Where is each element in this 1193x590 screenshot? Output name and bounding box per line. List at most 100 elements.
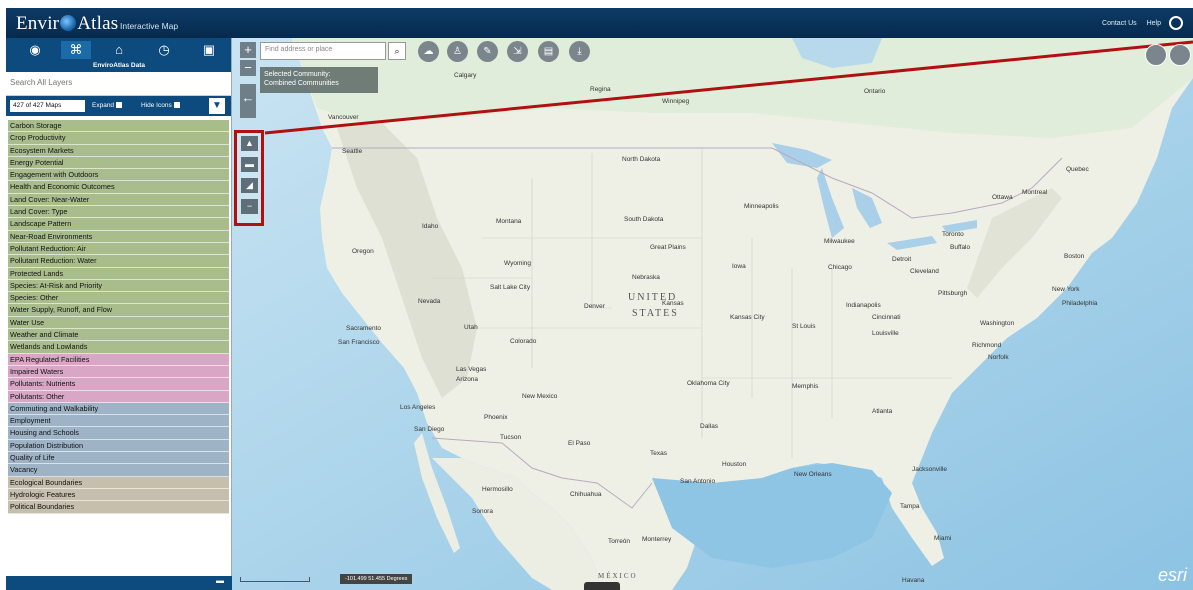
layer-category-item[interactable]: Employment	[8, 415, 229, 428]
map-view[interactable]: Calgary Regina Winnipeg Vancouver Seattle Nor…	[232, 38, 1193, 590]
globe-tab-icon[interactable]: ◉	[20, 41, 50, 59]
cloud-icon[interactable]: ☁	[418, 41, 439, 62]
zoom-in-button[interactable]: +	[240, 42, 256, 58]
measure-icon[interactable]: ⇲	[507, 41, 528, 62]
layer-category-item[interactable]: Pollutant Reduction: Water	[8, 255, 229, 268]
hide-icons-label: Hide Icons	[141, 102, 172, 109]
layer-category-item[interactable]: EPA Regulated Facilities	[8, 353, 229, 366]
layer-category-item[interactable]: Vacancy	[8, 464, 229, 477]
people-icon[interactable]: ♙	[447, 41, 468, 62]
esri-attribution: esri	[1157, 565, 1187, 585]
layer-category-item[interactable]: Wetlands and Lowlands	[8, 341, 229, 354]
layer-category-item[interactable]: Hydrologic Features	[8, 488, 229, 502]
share-icon[interactable]	[1169, 16, 1183, 30]
layer-category-item[interactable]: Pollutant Reduction: Air	[8, 242, 229, 256]
map-place-label: Utah	[464, 324, 478, 331]
panel-footer: ▬	[6, 576, 232, 590]
basemap-gallery-icon[interactable]	[1145, 44, 1167, 66]
panel-tabbar: ◉ ⌘ ⌂ ◷ ▣ EnviroAtlas Data	[6, 38, 231, 72]
layer-category-item[interactable]: Impaired Waters	[8, 365, 229, 379]
contact-us-link[interactable]: Contact Us	[1102, 20, 1137, 27]
map-place-label: Havana	[902, 577, 925, 584]
map-place-label: Montana	[496, 218, 522, 225]
layer-category-item[interactable]: Pollutants: Nutrients	[8, 378, 229, 391]
help-link[interactable]: Help	[1147, 20, 1161, 27]
map-place-label: Chihuahua	[570, 491, 602, 498]
expand-checkbox[interactable]	[116, 102, 123, 108]
map-place-label: North Dakota	[622, 156, 661, 163]
data-tab-icon[interactable]: ⌘	[61, 41, 91, 59]
map-place-label: Denver	[584, 303, 605, 310]
map-place-label: Atlanta	[872, 408, 893, 415]
hide-icons-toggle[interactable]: Hide Icons	[141, 102, 180, 109]
expand-toggle[interactable]: Expand	[92, 102, 123, 109]
enviroatlas-logo[interactable]: Envir Atlas	[16, 13, 118, 35]
map-place-label: South Dakota	[624, 216, 664, 223]
layer-category-item[interactable]: Species: At-Risk and Priority	[8, 279, 229, 293]
community-tab-icon[interactable]: ⌂	[104, 41, 134, 59]
layer-category-item[interactable]: Housing and Schools	[8, 427, 229, 440]
layer-category-item[interactable]: Political Boundaries	[8, 501, 229, 514]
layer-category-item[interactable]: Quality of Life	[8, 452, 229, 465]
layer-category-item[interactable]: Ecosystem Markets	[8, 144, 229, 157]
print-icon[interactable]: ▤	[538, 41, 559, 62]
collapse-icon[interactable]: ▬	[216, 576, 224, 585]
pen-icon[interactable]: ✎	[477, 41, 498, 62]
legend-icon[interactable]	[1169, 44, 1191, 66]
layer-category-item[interactable]: Pollutants: Other	[8, 390, 229, 403]
layer-category-item[interactable]: Weather and Climate	[8, 329, 229, 342]
layer-category-item[interactable]: Energy Potential	[8, 156, 229, 170]
map-place-label: Miami	[934, 535, 952, 542]
layer-category-item[interactable]: Crop Productivity	[8, 132, 229, 145]
layer-category-item[interactable]: Water Supply, Runoff, and Flow	[8, 304, 229, 317]
hide-icons-checkbox[interactable]	[173, 102, 180, 108]
map-place-label: Vancouver	[328, 114, 359, 121]
bottom-panel-handle[interactable]	[584, 582, 620, 590]
layer-search-input[interactable]	[10, 78, 227, 87]
back-arrow-icon[interactable]: ←	[240, 84, 256, 118]
app-header: Envir Atlas Interactive Map Contact Us He…	[6, 8, 1193, 38]
layer-category-item[interactable]: Landscape Pattern	[8, 218, 229, 231]
layer-category-item[interactable]: Near-Road Environments	[8, 230, 229, 243]
magnifier-icon[interactable]: ⌕	[388, 42, 406, 60]
map-place-label: Great Plains	[650, 244, 686, 251]
usa-icon[interactable]: ▬	[241, 157, 258, 172]
history-tab-icon[interactable]: ◷	[149, 41, 179, 59]
layer-category-item[interactable]: Land Cover: Near-Water	[8, 193, 229, 207]
funnel-icon[interactable]: ▼	[209, 98, 225, 114]
map-place-label: Kansas City	[730, 314, 765, 321]
layer-category-item[interactable]: Protected Lands	[8, 267, 229, 280]
country-label-us-1: UNITED	[628, 292, 678, 303]
map-place-label: Torreón	[608, 538, 631, 545]
map-place-label: Oklahoma City	[687, 380, 730, 387]
expand-label: Expand	[92, 102, 115, 109]
layer-category-item[interactable]: Population Distribution	[8, 439, 229, 453]
layer-category-item[interactable]: Health and Economic Outcomes	[8, 181, 229, 194]
layer-category-item[interactable]: Carbon Storage	[8, 120, 229, 133]
layer-category-item[interactable]: Commuting and Walkability	[8, 402, 229, 416]
download-icon[interactable]: ⤓	[569, 41, 590, 62]
map-place-label: Toronto	[942, 231, 964, 238]
map-search-input[interactable]: Find address or place	[260, 42, 386, 60]
map-place-label: Detroit	[892, 256, 912, 263]
map-place-label: Ottawa	[992, 194, 1013, 201]
layer-category-item[interactable]: Ecological Boundaries	[8, 476, 229, 489]
layer-category-item[interactable]: Water Use	[8, 316, 229, 330]
layer-category-item[interactable]: Species: Other	[8, 292, 229, 305]
layer-icon[interactable]: ▲	[241, 136, 258, 151]
app-subtitle: Interactive Map	[120, 21, 179, 31]
map-place-label: Salt Lake City	[490, 284, 531, 291]
map-place-label: Cincinnati	[872, 314, 901, 321]
minimize-icon[interactable]: −	[241, 199, 258, 214]
zoom-out-button[interactable]: −	[240, 60, 256, 76]
region-icon[interactable]: ◢	[241, 178, 258, 193]
map-place-label: Memphis	[792, 383, 819, 390]
layer-category-list: Carbon Storage Crop Productivity Ecosystem…	[6, 116, 231, 514]
layer-category-item[interactable]: Engagement with Outdoors	[8, 169, 229, 182]
map-place-label: Boston	[1064, 253, 1085, 260]
layer-category-item[interactable]: Land Cover: Type	[8, 206, 229, 219]
map-place-label: Iowa	[732, 263, 746, 270]
highlighted-side-tools: ▲ ▬ ◢ −	[234, 130, 264, 226]
clipboard-tab-icon[interactable]: ▣	[194, 41, 224, 59]
filter-row: 427 of 427 Maps Expand Hide Icons ▼	[6, 96, 231, 116]
